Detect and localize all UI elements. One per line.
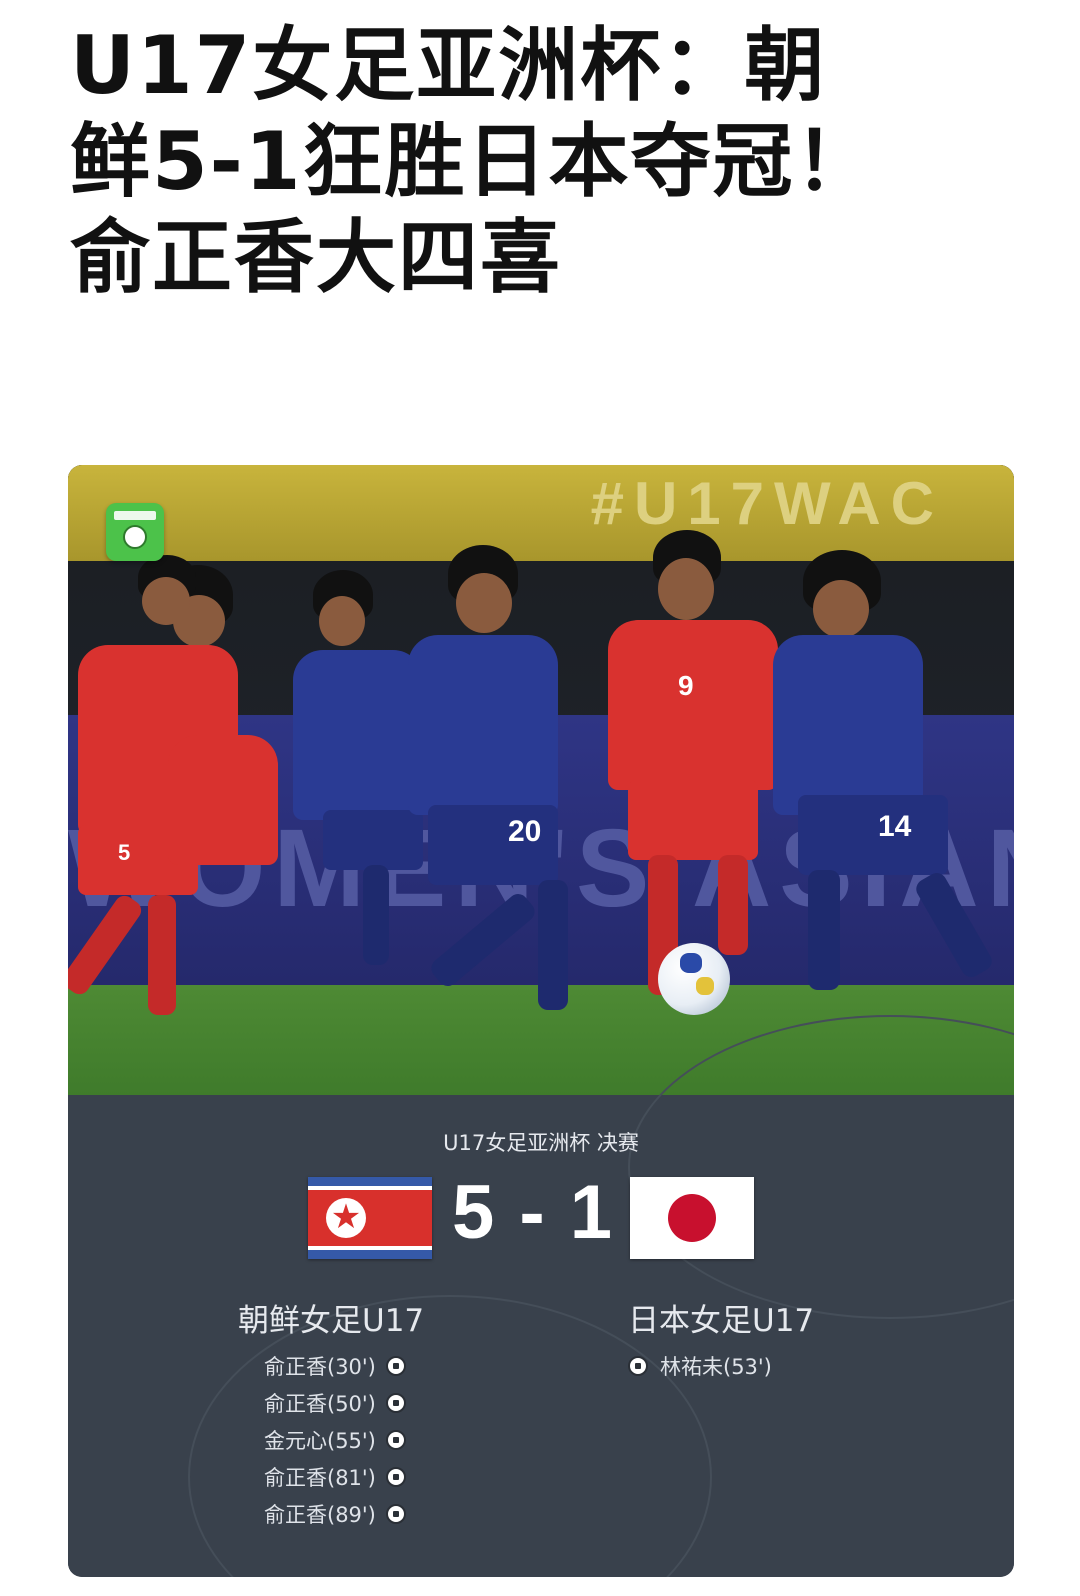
- scorer-item: 俞正香(81'): [264, 1458, 406, 1495]
- article-headline: U17女足亚洲杯：朝 鲜5-1狂胜日本夺冠！ 俞正香大四喜: [70, 18, 970, 306]
- headline-line-2: 鲜5-1狂胜日本夺冠！: [70, 115, 877, 208]
- scorer-label: 俞正香(30'): [264, 1354, 376, 1379]
- player-blue-14: 14: [768, 550, 1014, 1010]
- soccer-ball-icon: [385, 1355, 406, 1376]
- player-red-background: [128, 555, 278, 935]
- away-scorers-list: 林祐未(53'): [628, 1347, 772, 1384]
- player-red-9: 9: [588, 530, 788, 1010]
- score-panel: U17女足亚洲杯 决赛 ★ 5 - 1 朝鲜女足U17 日本女足U17 俞正香(…: [68, 1015, 1014, 1577]
- headline-line-3: 俞正香大四喜: [70, 211, 562, 304]
- soccer-ball-icon: [385, 1392, 406, 1413]
- match-title: U17女足亚洲杯 决赛: [443, 1131, 639, 1155]
- headline-line-1: U17女足亚洲杯：朝: [70, 19, 827, 112]
- home-scorers-list: 俞正香(30') 俞正香(50') 金元心(55') 俞正香(81') 俞正香(…: [264, 1347, 406, 1532]
- match-image-card[interactable]: #U17WAC WOMEN'S ASIAN CUP 5: [68, 465, 1014, 1577]
- soccer-ball-icon: [385, 1466, 406, 1487]
- soccer-ball-icon: [628, 1355, 648, 1376]
- app-logo-icon: [106, 503, 164, 561]
- soccer-ball-icon: [385, 1429, 406, 1450]
- banner-hashtag: #U17WAC: [590, 470, 944, 537]
- final-score: 5 - 1: [451, 1170, 615, 1255]
- jersey-number: 20: [508, 815, 542, 848]
- jersey-number: 9: [678, 670, 694, 701]
- match-photo: #U17WAC WOMEN'S ASIAN CUP 5: [68, 465, 1014, 1095]
- scorer-label: 林祐未(53'): [660, 1354, 772, 1379]
- scorer-item: 俞正香(89'): [264, 1495, 406, 1532]
- home-team-name: 朝鲜女足U17: [238, 1303, 425, 1339]
- scorer-label: 俞正香(89'): [264, 1502, 376, 1527]
- scorer-label: 俞正香(81'): [264, 1465, 376, 1490]
- soccer-ball-icon: [385, 1503, 406, 1524]
- scorer-item: 林祐未(53'): [628, 1347, 772, 1384]
- north-korea-flag-icon: ★: [308, 1177, 432, 1259]
- scorer-item: 俞正香(30'): [264, 1347, 406, 1384]
- scorer-label: 俞正香(50'): [264, 1391, 376, 1416]
- player-blue-20: 20: [398, 545, 598, 1025]
- japan-flag-icon: [630, 1177, 754, 1259]
- jersey-number: 14: [878, 810, 912, 843]
- away-team-name: 日本女足U17: [628, 1303, 815, 1339]
- scorer-item: 俞正香(50'): [264, 1384, 406, 1421]
- match-ball: [658, 943, 730, 1015]
- scorer-label: 金元心(55'): [264, 1428, 376, 1453]
- scorer-item: 金元心(55'): [264, 1421, 406, 1458]
